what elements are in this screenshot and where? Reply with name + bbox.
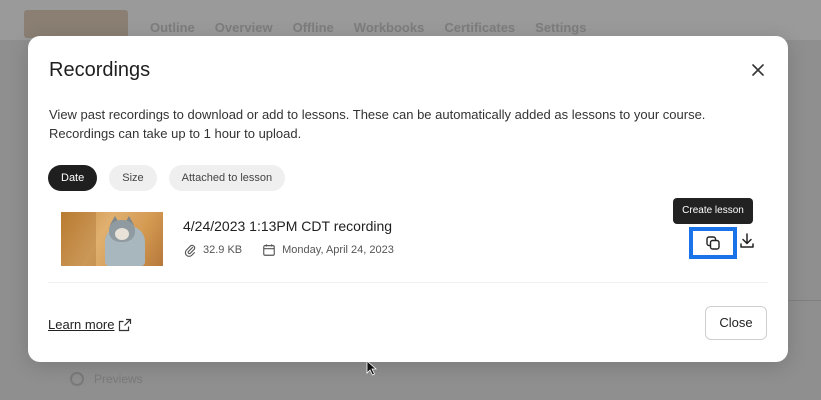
eye-icon <box>70 372 84 386</box>
sort-filters: Date Size Attached to lesson <box>48 165 286 191</box>
paperclip-icon <box>184 244 196 257</box>
background-tab: Overview <box>214 20 273 35</box>
recording-row: 4/24/2023 1:13PM CDT recording 32.9 KB M… <box>48 206 768 283</box>
background-course-thumbnail <box>24 10 128 38</box>
recording-date: Monday, April 24, 2023 <box>282 244 394 256</box>
create-lesson-tooltip: Create lesson <box>673 198 753 224</box>
modal-description: View past recordings to download or add … <box>49 105 749 143</box>
background-tab: Certificates <box>444 20 516 35</box>
background-tab: Offline <box>292 20 334 35</box>
recording-thumbnail <box>61 212 163 266</box>
close-button[interactable]: Close <box>705 306 767 340</box>
description-line: View past recordings to download or add … <box>49 107 706 122</box>
description-line: Recordings can take up to 1 hour to uplo… <box>49 126 302 141</box>
close-icon[interactable] <box>748 60 768 80</box>
filter-attached-chip[interactable]: Attached to lesson <box>168 165 286 191</box>
external-link-icon <box>119 318 132 331</box>
download-icon[interactable] <box>738 232 756 250</box>
background-tabs: Outline Overview Offline Workbooks Certi… <box>150 20 586 35</box>
calendar-icon <box>263 244 275 256</box>
background-tab: Workbooks <box>353 20 425 35</box>
background-bottom-item: Previews <box>70 372 143 386</box>
recordings-modal: Recordings View past recordings to downl… <box>28 36 788 362</box>
filter-size-chip[interactable]: Size <box>109 165 157 191</box>
background-tab: Outline <box>150 20 195 35</box>
background-bottom-label: Previews <box>94 372 143 386</box>
learn-more-label: Learn more <box>48 317 115 332</box>
recording-meta: 32.9 KB Monday, April 24, 2023 <box>183 243 394 257</box>
modal-title: Recordings <box>49 59 151 81</box>
recording-size: 32.9 KB <box>203 244 243 256</box>
create-lesson-button[interactable] <box>689 227 737 259</box>
learn-more-link[interactable]: Learn more <box>48 317 132 332</box>
mouse-cursor-icon <box>366 360 378 376</box>
recording-title: 4/24/2023 1:13PM CDT recording <box>183 218 393 234</box>
background-header: Outline Overview Offline Workbooks Certi… <box>0 0 821 40</box>
background-tab: Settings <box>535 20 587 35</box>
filter-date-chip[interactable]: Date <box>48 165 98 191</box>
copy-icon <box>706 236 720 250</box>
